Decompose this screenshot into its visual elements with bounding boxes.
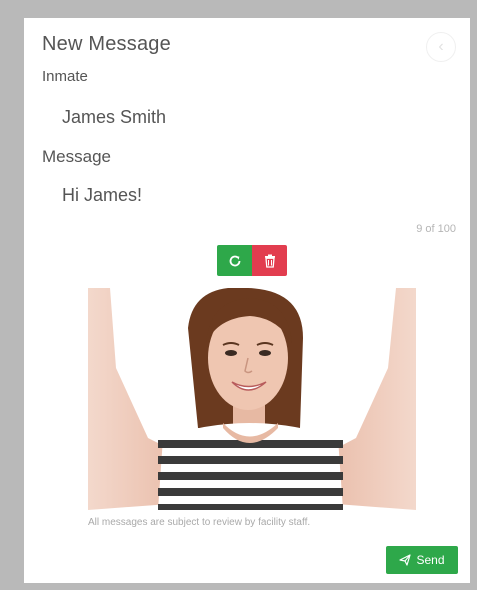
message-field[interactable]: Hi James! xyxy=(62,185,142,206)
retake-photo-button[interactable] xyxy=(217,245,252,276)
close-icon: ‹ xyxy=(438,38,444,55)
inmate-field[interactable]: James Smith xyxy=(62,107,166,128)
new-message-dialog: New Message ‹ Inmate James Smith Message… xyxy=(24,18,470,583)
character-count: 9 of 100 xyxy=(416,223,456,235)
refresh-icon xyxy=(229,255,240,266)
selfie-photo-illustration xyxy=(88,288,416,510)
delete-photo-button[interactable] xyxy=(252,245,287,276)
attached-photo xyxy=(88,288,416,510)
review-disclaimer: All messages are subject to review by fa… xyxy=(88,517,311,528)
paper-plane-icon xyxy=(399,554,412,566)
close-button[interactable]: ‹ xyxy=(426,32,456,62)
photo-action-buttons xyxy=(217,245,287,276)
inmate-label: Inmate xyxy=(42,68,88,85)
trash-icon xyxy=(264,254,275,268)
window-frame: New Message ‹ Inmate James Smith Message… xyxy=(0,0,477,590)
dialog-title: New Message xyxy=(42,33,171,55)
send-button[interactable]: Send xyxy=(386,546,458,574)
send-button-label: Send xyxy=(416,553,445,567)
message-label: Message xyxy=(42,147,111,166)
